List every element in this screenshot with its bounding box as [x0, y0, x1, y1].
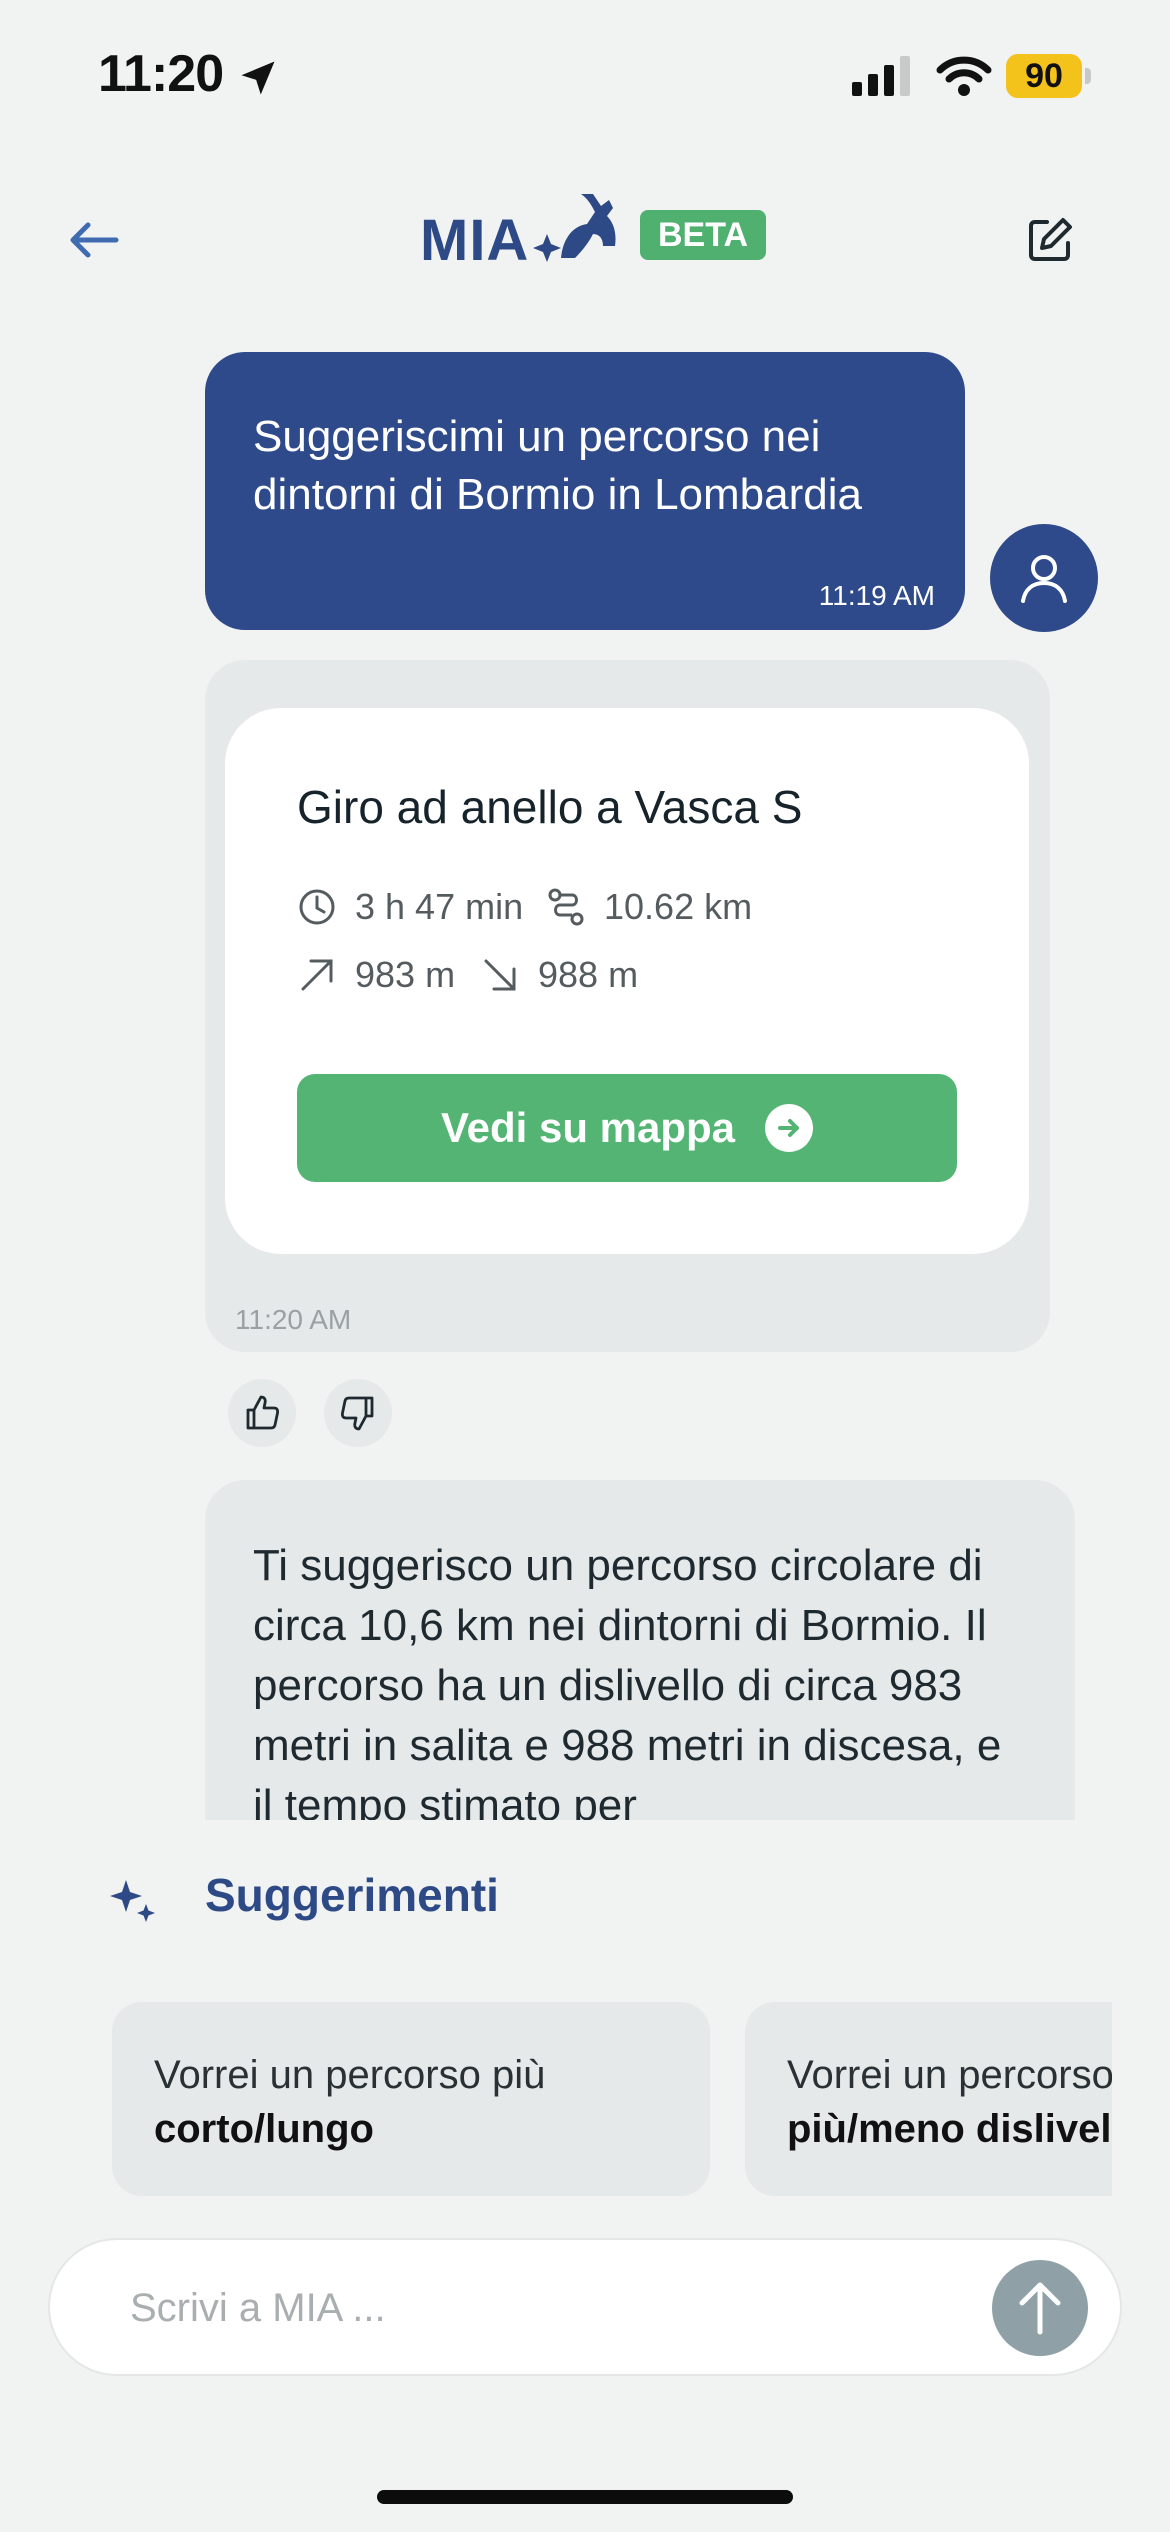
- route-ascent-stat: 983 m: [297, 954, 455, 996]
- wifi-icon: [936, 56, 992, 96]
- arrow-down-right-icon: [484, 959, 516, 991]
- user-message-text: Suggeriscimi un percorso nei dintorni di…: [253, 412, 862, 519]
- suggestion-chip-line1: Vorrei un percorso: [787, 2053, 1112, 2097]
- back-button[interactable]: [60, 206, 128, 274]
- send-button[interactable]: [992, 2260, 1088, 2356]
- user-avatar: [990, 524, 1098, 632]
- view-on-map-label: Vedi su mappa: [440, 1104, 736, 1151]
- home-indicator: [377, 2490, 793, 2504]
- thumbs-up-button[interactable]: [228, 1379, 296, 1447]
- suggestions-title: Suggerimenti: [205, 1869, 499, 1921]
- route-message-time: 11:20 AM: [235, 1304, 352, 1335]
- new-chat-button[interactable]: [1016, 206, 1084, 274]
- suggestion-chip-shorter-longer[interactable]: Vorrei un percorso più corto/lungo: [112, 2002, 710, 2196]
- message-input[interactable]: [128, 2272, 932, 2344]
- route-descent: 988 m: [538, 954, 639, 995]
- route-title: Giro ad anello a Vasca S: [297, 781, 803, 833]
- sparkle-mascot-icon: [533, 194, 616, 262]
- battery-level: 90: [1025, 57, 1063, 95]
- view-on-map-button[interactable]: Vedi su mappa: [297, 1074, 957, 1182]
- user-message-time: 11:19 AM: [818, 580, 935, 611]
- arrow-up-right-icon: [301, 959, 333, 991]
- thumbs-down-button[interactable]: [324, 1379, 392, 1447]
- location-arrow-icon: [241, 61, 275, 95]
- logo-text: MIA: [420, 208, 530, 273]
- suggestion-chip-line1: Vorrei un percorso più: [154, 2053, 546, 2097]
- suggestion-chip-line2: più/meno dislivello: [787, 2107, 1112, 2151]
- user-message-bubble: Suggeriscimi un percorso nei dintorni di…: [205, 352, 965, 630]
- arrow-left-icon: [70, 222, 119, 258]
- route-duration: 3 h 47 min: [355, 886, 524, 927]
- route-path-icon: [548, 888, 584, 926]
- arrow-right-circle-icon: [765, 1104, 814, 1152]
- battery-indicator: 90: [1006, 54, 1091, 98]
- assistant-reply-bubble: Ti suggerisco un percorso circolare di c…: [205, 1480, 1075, 1820]
- cellular-signal-icon: [852, 56, 910, 96]
- suggestions-row: Vorrei un percorso più corto/lungo Vorre…: [0, 2002, 1112, 2198]
- message-composer: [50, 2240, 1120, 2374]
- sparkles-icon: [110, 1880, 155, 1922]
- suggestion-chip-elevation[interactable]: Vorrei un percorso più/meno dislivello: [745, 2002, 1112, 2196]
- route-descent-stat: 988 m: [480, 954, 638, 996]
- clock-icon: [299, 889, 335, 925]
- assistant-reply-text: Ti suggerisco un percorso circolare di c…: [253, 1541, 1002, 1820]
- route-duration-stat: 3 h 47 min: [297, 886, 523, 928]
- beta-badge: BETA: [640, 210, 767, 260]
- route-distance: 10.62 km: [604, 886, 753, 927]
- status-time: 11:20: [98, 45, 224, 103]
- route-ascent: 983 m: [355, 954, 456, 995]
- arrow-up-icon: [1019, 2282, 1061, 2335]
- edit-icon: [1029, 218, 1072, 261]
- route-distance-stat: 10.62 km: [546, 886, 752, 928]
- user-icon: [1021, 555, 1067, 603]
- thumbs-down-icon: [340, 1396, 374, 1431]
- thumbs-up-icon: [246, 1395, 280, 1430]
- suggestion-chip-line2: corto/lungo: [154, 2107, 374, 2151]
- app-logo: MIA: [420, 186, 625, 276]
